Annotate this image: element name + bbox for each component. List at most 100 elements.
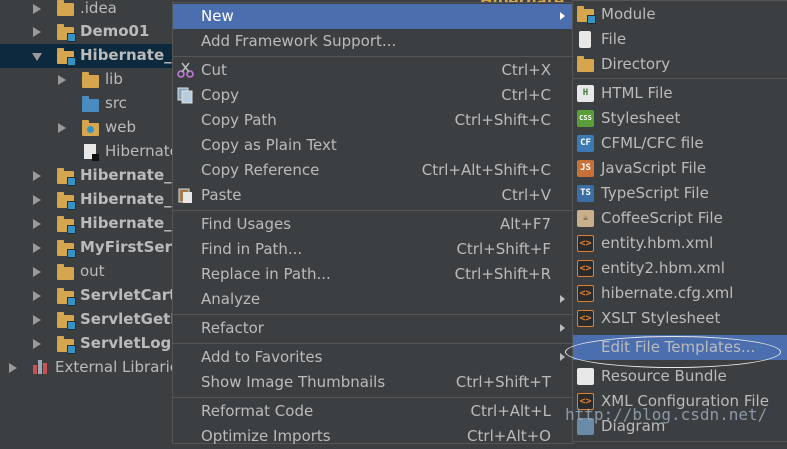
submenu-item-label: hibernate.cfg.xml — [601, 284, 734, 302]
tree-item-label: ServletLogin — [80, 334, 188, 352]
expand-arrow-icon[interactable] — [33, 267, 41, 277]
menu-item-add-to-favorites[interactable]: Add to Favorites — [173, 345, 573, 370]
menu-item-show-image-thumbnails[interactable]: Show Image Thumbnails Ctrl+Shift+T — [173, 370, 573, 395]
submenu-item-label: CFML/CFC file — [601, 134, 704, 152]
tree-item-label: Hibernate_0 — [80, 46, 183, 64]
collapse-arrow-icon[interactable] — [32, 53, 42, 61]
menu-item-label: Optimize Imports — [201, 427, 331, 445]
expand-arrow-icon[interactable] — [33, 27, 41, 37]
menu-item-label: Cut — [201, 61, 227, 79]
menu-item-copy[interactable]: Copy Ctrl+C — [173, 83, 573, 108]
menu-item-label: Reformat Code — [201, 402, 314, 420]
module-folder-icon — [57, 216, 76, 234]
xml-icon: <> — [577, 235, 594, 252]
submenu-item-label: CoffeeScript File — [601, 209, 723, 227]
menu-item-reformat-code[interactable]: Reformat Code Ctrl+Alt+L — [173, 399, 573, 424]
submenu-item-stylesheet[interactable]: CSS Stylesheet — [573, 106, 787, 131]
expand-arrow-icon[interactable] — [58, 123, 66, 133]
module-folder-icon — [57, 24, 76, 42]
menu-item-label: Copy Reference — [201, 161, 320, 179]
menu-item-find-in-path[interactable]: Find in Path... Ctrl+Shift+F — [173, 237, 573, 262]
menu-item-copy-reference[interactable]: Copy Reference Ctrl+Alt+Shift+C — [173, 158, 573, 183]
submenu-item-module[interactable]: Module — [573, 2, 787, 27]
expand-arrow-icon[interactable] — [9, 363, 17, 373]
shortcut-label: Ctrl+V — [501, 186, 551, 204]
submenu-item-html-file[interactable]: H HTML File — [573, 81, 787, 106]
folder-icon — [82, 72, 99, 88]
expand-arrow-icon[interactable] — [33, 195, 41, 205]
submenu-item-entity2-hbm[interactable]: <> entity2.hbm.xml — [573, 256, 787, 281]
submenu-item-typescript[interactable]: TS TypeScript File — [573, 181, 787, 206]
coffee-icon: ☕ — [577, 210, 594, 227]
shortcut-label: Ctrl+X — [501, 61, 551, 79]
submenu-item-label: Directory — [601, 55, 671, 73]
resource-bundle-icon — [577, 368, 594, 385]
new-submenu: Module File Directory H HTML File CSS St… — [572, 0, 787, 442]
expand-arrow-icon[interactable] — [33, 243, 41, 253]
submenu-item-coffeescript[interactable]: ☕ CoffeeScript File — [573, 206, 787, 231]
menu-item-analyze[interactable]: Analyze — [173, 287, 573, 312]
submenu-item-cfml[interactable]: CF CFML/CFC file — [573, 131, 787, 156]
menu-item-cut[interactable]: Cut Ctrl+X — [173, 58, 573, 83]
shortcut-label: Ctrl+Shift+T — [455, 373, 551, 391]
submenu-item-label: Module — [601, 5, 656, 23]
xml-icon: <> — [577, 310, 594, 327]
menu-item-label: Find in Path... — [201, 240, 303, 258]
menu-item-find-usages[interactable]: Find Usages Alt+F7 — [173, 212, 573, 237]
shortcut-label: Ctrl+Shift+F — [456, 240, 551, 258]
watermark: http://blog.csdn.net/ — [565, 405, 768, 424]
module-folder-icon — [57, 48, 76, 66]
menu-item-copy-path[interactable]: Copy Path Ctrl+Shift+C — [173, 108, 573, 133]
menu-item-label: Analyze — [201, 290, 261, 308]
menu-item-new[interactable]: New — [173, 4, 573, 29]
shortcut-label: Ctrl+C — [501, 86, 551, 104]
menu-item-add-framework-support[interactable]: Add Framework Support... — [173, 29, 573, 54]
menu-item-replace-in-path[interactable]: Replace in Path... Ctrl+Shift+R — [173, 262, 573, 287]
tree-item-label: web — [105, 118, 137, 136]
tree-item-label: Demo01 — [80, 22, 150, 40]
submenu-item-entity-hbm[interactable]: <> entity.hbm.xml — [573, 231, 787, 256]
expand-arrow-icon[interactable] — [33, 315, 41, 325]
tree-item-label: Hibernate — [105, 142, 179, 160]
submenu-item-label: JavaScript File — [601, 159, 707, 177]
tree-item-label: Hibernate_0 — [80, 214, 183, 232]
menu-item-copy-as-plain-text[interactable]: Copy as Plain Text — [173, 133, 573, 158]
expand-arrow-icon[interactable] — [33, 291, 41, 301]
menu-item-label: Refactor — [201, 319, 264, 337]
menu-item-label: Copy Path — [201, 111, 277, 129]
submenu-item-xslt[interactable]: <> XSLT Stylesheet — [573, 306, 787, 331]
menu-item-optimize-imports[interactable]: Optimize Imports Ctrl+Alt+O — [173, 424, 573, 449]
tree-item-label: lib — [105, 70, 123, 88]
menu-separator — [173, 343, 573, 344]
submenu-item-directory[interactable]: Directory — [573, 52, 787, 77]
shortcut-label: Ctrl+Alt+Shift+C — [421, 161, 551, 179]
expand-arrow-icon[interactable] — [33, 339, 41, 349]
paste-icon — [178, 188, 192, 203]
menu-item-label: Copy — [201, 86, 240, 104]
shortcut-label: Ctrl+Alt+O — [467, 427, 551, 445]
module-icon — [577, 6, 596, 24]
expand-arrow-icon[interactable] — [33, 4, 41, 14]
expand-arrow-icon[interactable] — [33, 219, 41, 229]
shortcut-label: Ctrl+Shift+R — [454, 265, 551, 283]
html-file-icon: H — [577, 85, 594, 102]
file-icon — [84, 144, 99, 161]
menu-item-paste[interactable]: Paste Ctrl+V — [173, 183, 573, 208]
highlight-ellipse — [565, 336, 781, 368]
module-folder-icon — [57, 168, 76, 186]
submenu-item-file[interactable]: File — [573, 27, 787, 52]
module-folder-icon — [57, 312, 76, 330]
expand-arrow-icon[interactable] — [58, 75, 66, 85]
menu-item-label: Replace in Path... — [201, 265, 331, 283]
tree-item-label: Hibernate_0 — [80, 166, 183, 184]
scissors-icon — [177, 62, 194, 78]
submenu-item-hibernate-cfg[interactable]: <> hibernate.cfg.xml — [573, 281, 787, 306]
menu-item-refactor[interactable]: Refactor — [173, 316, 573, 341]
tree-item-hibernate-selected[interactable]: Hibernate_0 — [0, 44, 182, 68]
menu-separator — [173, 397, 573, 398]
css-icon: CSS — [577, 110, 594, 127]
tree-item-label: src — [105, 94, 127, 112]
expand-arrow-icon[interactable] — [33, 171, 41, 181]
tree-item-label: .idea — [80, 0, 117, 17]
submenu-item-javascript[interactable]: JS JavaScript File — [573, 156, 787, 181]
